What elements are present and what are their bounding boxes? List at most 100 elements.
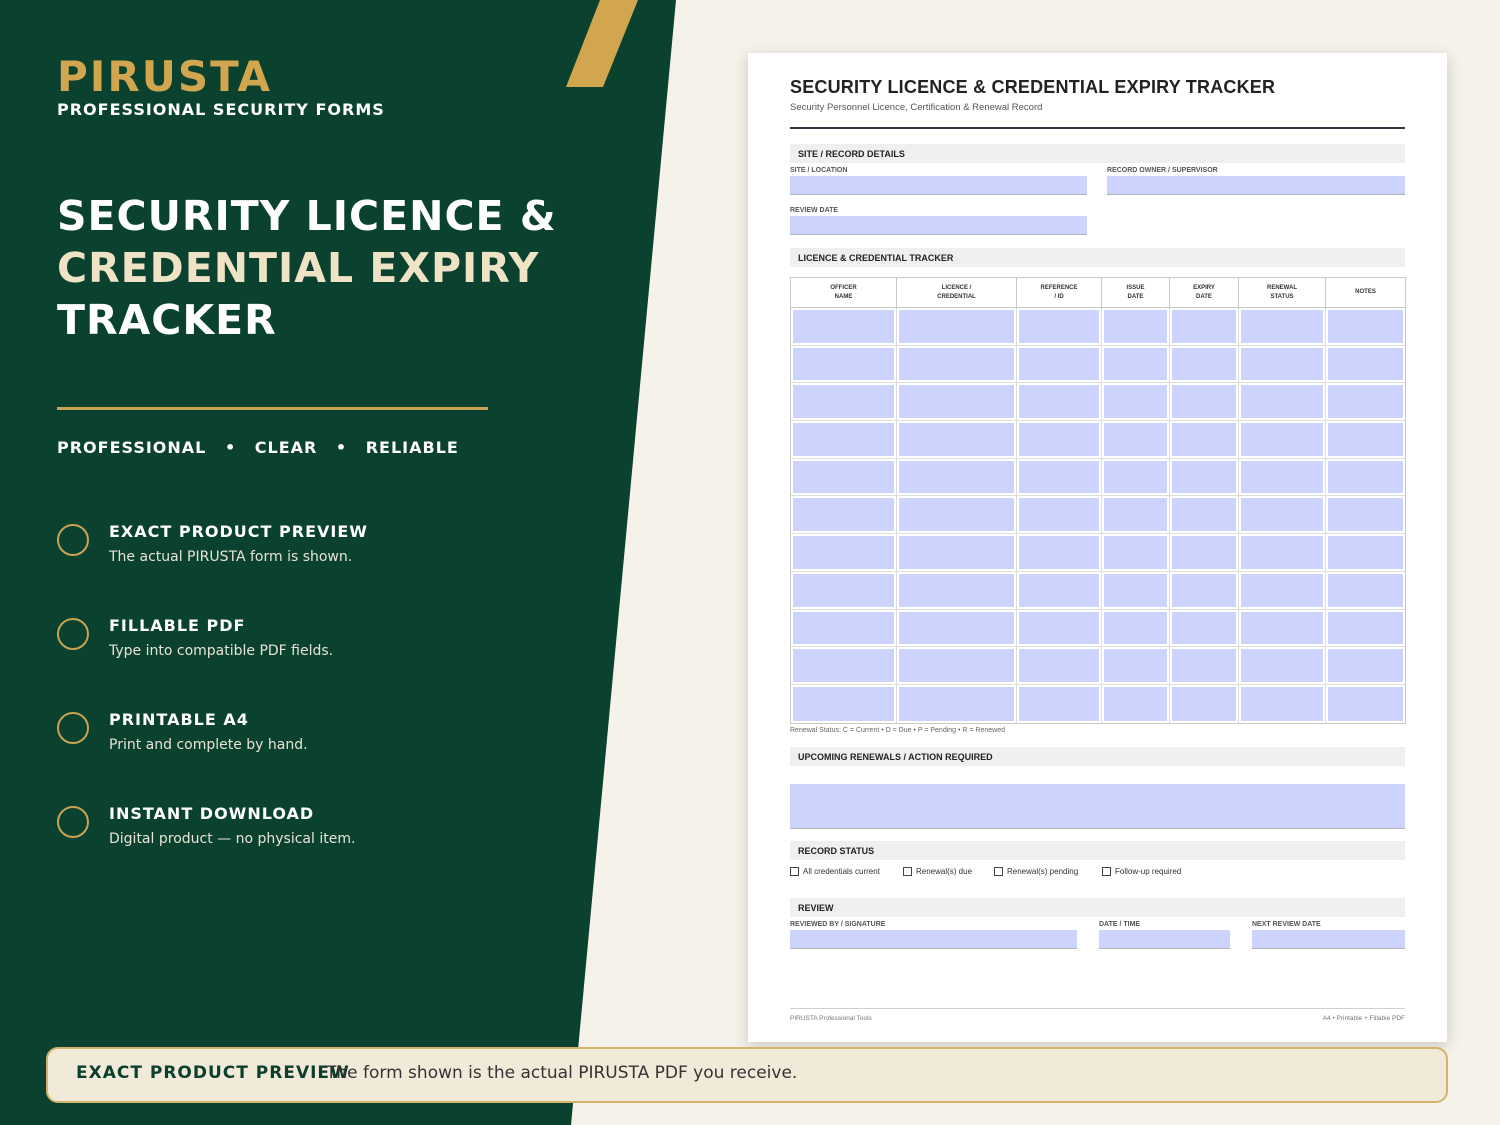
fillable-field[interactable] — [1241, 649, 1323, 682]
table-cell-field[interactable] — [1239, 421, 1326, 458]
fillable-field[interactable] — [1172, 649, 1236, 682]
fillable-field[interactable] — [899, 611, 1014, 645]
table-cell-field[interactable] — [897, 421, 1017, 458]
table-cell-field[interactable] — [1017, 571, 1102, 609]
table-cell-field[interactable] — [897, 383, 1017, 421]
table-cell-field[interactable] — [1326, 534, 1405, 571]
fillable-field[interactable] — [1241, 498, 1323, 532]
fillable-field[interactable] — [1241, 310, 1323, 343]
fillable-field[interactable] — [1019, 498, 1099, 532]
table-cell-field[interactable] — [1239, 609, 1326, 647]
fillable-field[interactable] — [1104, 460, 1167, 494]
table-cell-field[interactable] — [1239, 496, 1326, 534]
table-cell-field[interactable] — [1170, 421, 1239, 458]
table-cell-field[interactable] — [1102, 534, 1170, 571]
table-cell-field[interactable] — [897, 684, 1017, 723]
table-cell-field[interactable] — [1239, 684, 1326, 723]
table-cell-field[interactable] — [1170, 684, 1239, 723]
table-cell-field[interactable] — [1239, 308, 1326, 345]
fillable-field[interactable] — [1328, 385, 1403, 419]
fillable-field[interactable] — [1104, 310, 1167, 343]
table-cell-field[interactable] — [1326, 610, 1405, 647]
fillable-field[interactable] — [1241, 423, 1323, 456]
table-cell-field[interactable] — [1170, 345, 1239, 383]
table-cell-field[interactable] — [1239, 571, 1326, 609]
table-cell-field[interactable] — [1017, 421, 1102, 458]
table-cell-field[interactable] — [1170, 534, 1239, 571]
table-cell-field[interactable] — [897, 534, 1017, 571]
fillable-field[interactable] — [1328, 536, 1403, 569]
fillable-field[interactable] — [1104, 385, 1167, 419]
site-location-field[interactable] — [790, 176, 1087, 195]
checkbox-icon[interactable] — [790, 867, 799, 877]
fillable-field[interactable] — [793, 611, 894, 645]
fillable-field[interactable] — [1019, 686, 1099, 721]
table-cell-field[interactable] — [1326, 647, 1405, 684]
table-cell-field[interactable] — [791, 609, 897, 647]
table-cell-field[interactable] — [791, 458, 897, 496]
table-cell-field[interactable] — [897, 345, 1017, 383]
table-cell-field[interactable] — [1239, 534, 1326, 571]
table-cell-field[interactable] — [791, 383, 897, 421]
fillable-field[interactable] — [1172, 347, 1236, 381]
table-cell-field[interactable] — [1170, 571, 1239, 609]
table-cell-field[interactable] — [791, 496, 897, 534]
table-cell-field[interactable] — [1102, 421, 1170, 458]
fillable-field[interactable] — [899, 686, 1014, 721]
table-cell-field[interactable] — [1017, 609, 1102, 647]
fillable-field[interactable] — [1172, 611, 1236, 645]
fillable-field[interactable] — [1104, 686, 1167, 721]
table-cell-field[interactable] — [1239, 647, 1326, 684]
table-cell-field[interactable] — [897, 458, 1017, 496]
fillable-field[interactable] — [1241, 611, 1323, 645]
checkbox-icon[interactable] — [1102, 867, 1111, 877]
fillable-field[interactable] — [1328, 310, 1403, 343]
fillable-field[interactable] — [899, 347, 1014, 381]
fillable-field[interactable] — [1019, 385, 1099, 419]
fillable-field[interactable] — [1172, 498, 1236, 532]
table-cell-field[interactable] — [1170, 609, 1239, 647]
table-cell-field[interactable] — [1017, 684, 1102, 723]
fillable-field[interactable] — [1328, 649, 1403, 682]
table-cell-field[interactable] — [1102, 647, 1170, 684]
fillable-field[interactable] — [899, 310, 1014, 343]
fillable-field[interactable] — [1019, 310, 1099, 343]
table-cell-field[interactable] — [1102, 609, 1170, 647]
table-cell-field[interactable] — [791, 647, 897, 684]
fillable-field[interactable] — [793, 573, 894, 607]
fillable-field[interactable] — [1104, 423, 1167, 456]
fillable-field[interactable] — [1241, 347, 1323, 381]
table-cell-field[interactable] — [1017, 534, 1102, 571]
table-cell-field[interactable] — [1326, 346, 1405, 383]
fillable-field[interactable] — [899, 573, 1014, 607]
table-cell-field[interactable] — [1170, 308, 1239, 345]
fillable-field[interactable] — [1172, 686, 1236, 721]
table-cell-field[interactable] — [1102, 383, 1170, 421]
fillable-field[interactable] — [1172, 460, 1236, 494]
fillable-field[interactable] — [1241, 573, 1323, 607]
fillable-field[interactable] — [1172, 536, 1236, 569]
table-cell-field[interactable] — [791, 308, 897, 345]
table-cell-field[interactable] — [1326, 459, 1405, 496]
table-cell-field[interactable] — [1102, 345, 1170, 383]
table-cell-field[interactable] — [1170, 647, 1239, 684]
table-cell-field[interactable] — [1102, 684, 1170, 723]
table-cell-field[interactable] — [1239, 458, 1326, 496]
table-cell-field[interactable] — [1017, 308, 1102, 345]
table-cell-field[interactable] — [897, 609, 1017, 647]
date-time-field[interactable] — [1099, 930, 1230, 949]
fillable-field[interactable] — [1104, 611, 1167, 645]
fillable-field[interactable] — [793, 498, 894, 532]
fillable-field[interactable] — [1328, 573, 1403, 607]
table-cell-field[interactable] — [791, 684, 897, 723]
fillable-field[interactable] — [1241, 460, 1323, 494]
fillable-field[interactable] — [899, 423, 1014, 456]
table-cell-field[interactable] — [897, 496, 1017, 534]
upcoming-renewals-field[interactable] — [790, 784, 1405, 829]
fillable-field[interactable] — [1328, 347, 1403, 381]
fillable-field[interactable] — [793, 649, 894, 682]
fillable-field[interactable] — [1019, 573, 1099, 607]
table-cell-field[interactable] — [1326, 496, 1405, 533]
review-date-field[interactable] — [790, 216, 1087, 235]
table-cell-field[interactable] — [1170, 458, 1239, 496]
